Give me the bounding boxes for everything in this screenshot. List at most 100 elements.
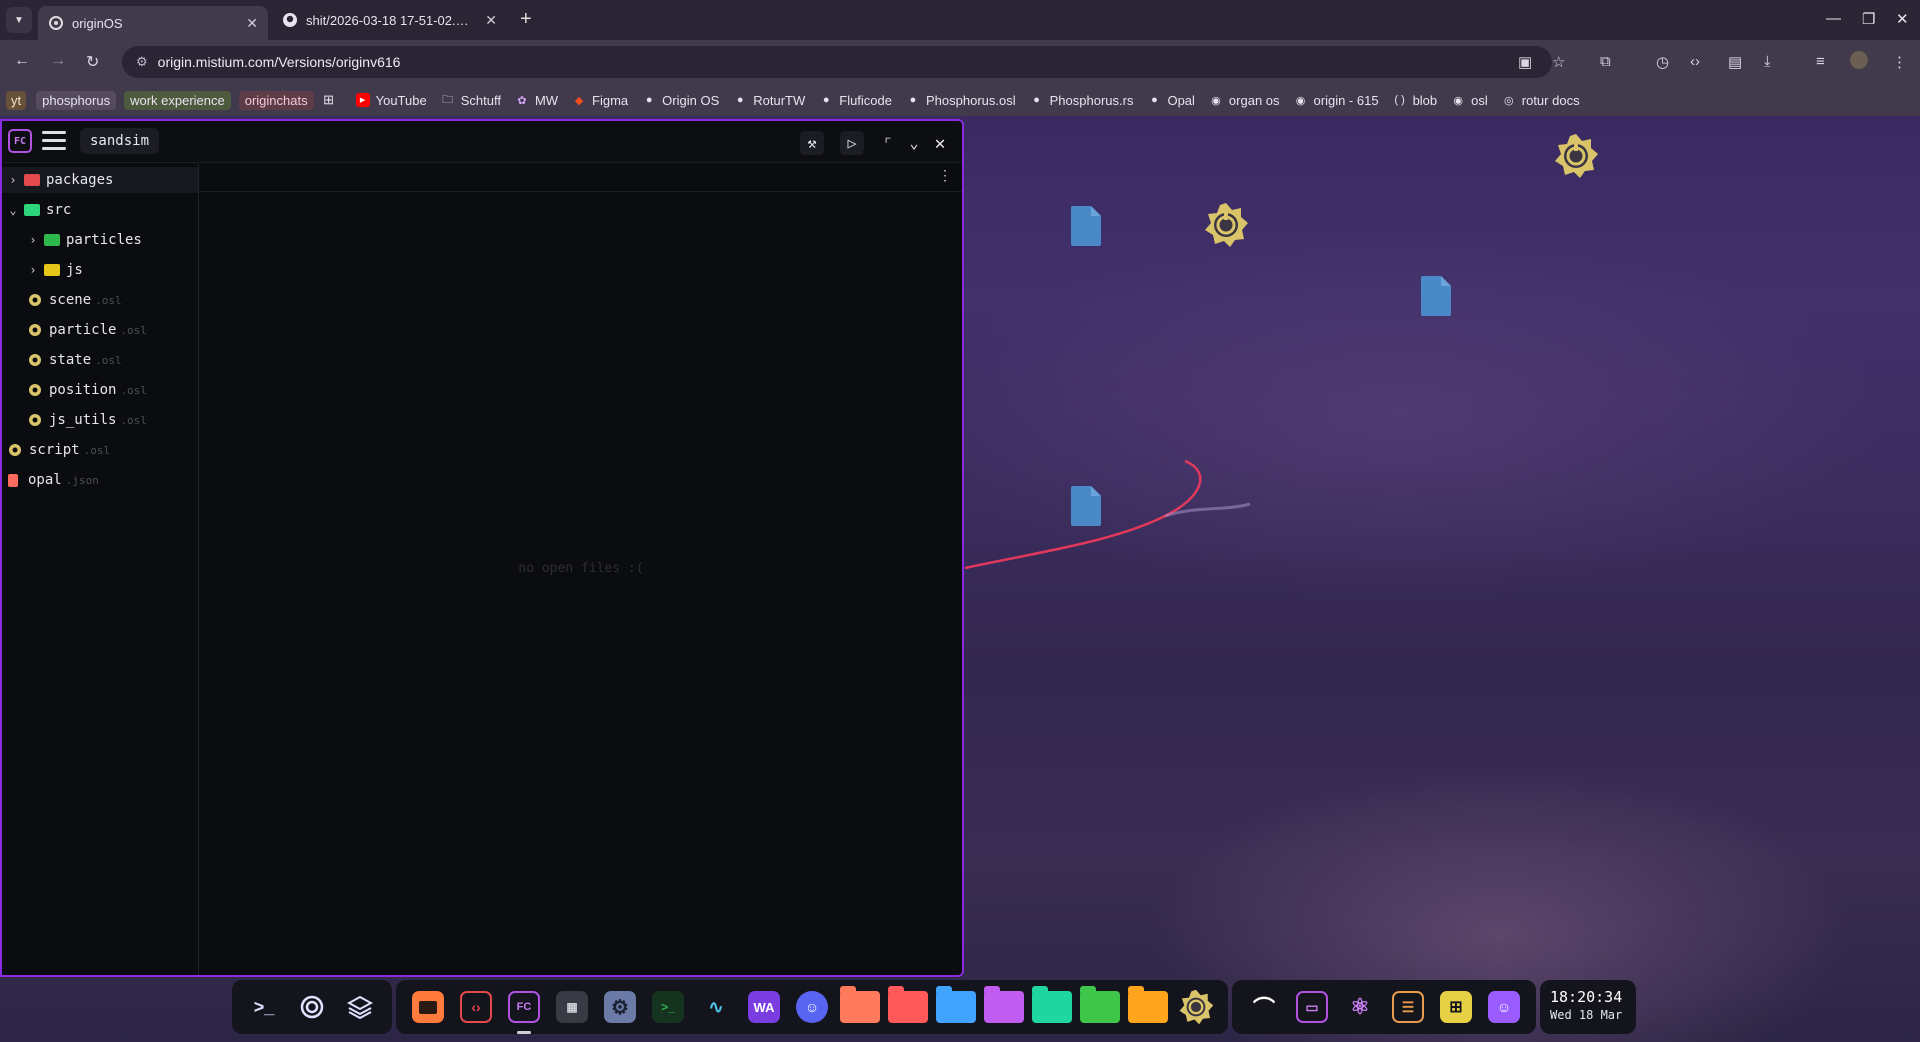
media-icon[interactable]: ≡ (1816, 53, 1825, 70)
tab-github-video[interactable]: shit/2026-03-18 17-51-02.mp4 ✕ (272, 4, 507, 36)
profile-avatar[interactable] (1850, 51, 1868, 69)
calculator-icon[interactable]: ▦ (551, 986, 593, 1028)
tree-folder-particles[interactable]: › particles (2, 227, 198, 253)
bookmark-organ-os[interactable]: ◉ organ os (1209, 93, 1279, 108)
bookmark-origin-615[interactable]: ◉ origin - 615 (1294, 93, 1379, 108)
close-window-icon[interactable]: ✕ (928, 131, 952, 155)
history-icon[interactable]: ◷ (1656, 53, 1669, 71)
terminal-icon[interactable]: >_ (243, 986, 285, 1028)
files-app-icon[interactable] (407, 986, 449, 1028)
resize-icon[interactable]: ⌜ (876, 131, 900, 155)
tree-file-position[interactable]: position .osl (2, 377, 198, 403)
tree-file-particle[interactable]: particle .osl (2, 317, 198, 343)
bookmark-rotur-docs[interactable]: ◎ rotur docs (1502, 93, 1580, 108)
desktop-file-icon[interactable] (1419, 274, 1453, 318)
folder-green-icon[interactable] (1079, 986, 1121, 1028)
forward-icon[interactable]: → (50, 52, 66, 70)
tree-file-script[interactable]: script .osl (2, 437, 198, 463)
chevron-right-icon[interactable]: › (6, 173, 20, 187)
bookmark-fluficode[interactable]: ● Fluficode (819, 93, 892, 108)
bookmark-star-icon[interactable]: ☆ (1552, 53, 1565, 71)
activity-icon[interactable]: ∿ (695, 986, 737, 1028)
chevron-right-icon[interactable]: › (26, 263, 40, 277)
desktop-origin-gear-icon[interactable] (1203, 202, 1249, 248)
layers-icon[interactable] (339, 986, 381, 1028)
widgets-icon[interactable]: ⊞ (1435, 986, 1477, 1028)
project-name[interactable]: sandsim (80, 128, 160, 154)
bookmark-osl[interactable]: ◉ osl (1451, 93, 1487, 108)
tree-file-state[interactable]: state .osl (2, 347, 198, 373)
bookmark-origin-os[interactable]: ● Origin OS (642, 93, 719, 108)
site-info-icon[interactable]: ⚙ (136, 54, 148, 70)
chevron-right-icon[interactable]: › (26, 233, 40, 247)
run-play-icon[interactable]: ▷ (840, 131, 864, 155)
bookmark-blob[interactable]: ( ) blob (1393, 93, 1437, 108)
chat-bubble-icon[interactable]: ▭ (1291, 986, 1333, 1028)
tree-file-scene[interactable]: scene .osl (2, 287, 198, 313)
tab-origin-os[interactable]: originOS ✕ (38, 6, 268, 40)
menu-icon[interactable] (42, 131, 66, 151)
bookmark-mw[interactable]: ✿ MW (515, 93, 558, 108)
bookmark-phosphorus-osl[interactable]: ● Phosphorus.osl (906, 93, 1016, 108)
wa-icon[interactable]: WA (743, 986, 785, 1028)
bookmark-youtube[interactable]: ▶ YouTube (355, 93, 427, 108)
bookmark-roturtw[interactable]: ● RoturTW (733, 93, 805, 108)
origin-gear-icon[interactable] (1175, 986, 1217, 1028)
bookmark-yt[interactable]: yt (6, 90, 27, 110)
close-tab-icon[interactable]: ✕ (485, 12, 497, 29)
tree-folder-js[interactable]: › js (2, 257, 198, 283)
page-action-icon[interactable]: ▣ (1518, 53, 1532, 71)
apps-grid-icon[interactable]: ⊞ (322, 92, 342, 107)
tree-folder-packages[interactable]: › packages (2, 167, 198, 193)
folder-orange-icon[interactable] (1127, 986, 1169, 1028)
desktop-file-icon[interactable] (1069, 204, 1103, 248)
extensions-icon[interactable]: ⧉ (1600, 53, 1611, 70)
bookmark-originchats[interactable]: originchats (238, 90, 314, 110)
close-tab-icon[interactable]: ✕ (246, 15, 258, 32)
atom-icon[interactable]: ⚛ (1339, 986, 1381, 1028)
tree-file-opal[interactable]: opal .json (2, 467, 198, 493)
fluficode-logo-icon[interactable]: FC (8, 129, 32, 153)
new-tab-button[interactable]: + (520, 8, 532, 31)
desktop-origin-gear-icon[interactable] (1553, 133, 1599, 179)
reload-icon[interactable]: ↻ (86, 52, 99, 72)
minimize-icon[interactable]: — (1826, 10, 1841, 27)
bookmark-schtuff[interactable]: 🗀 Schtuff (441, 93, 501, 108)
system-clock[interactable]: 18:20:34 Wed 18 Mar (1540, 980, 1636, 1034)
chevron-down-icon[interactable]: ⌄ (6, 203, 20, 217)
build-hammer-icon[interactable]: ⚒ (800, 131, 824, 155)
discord-icon[interactable]: ☺ (791, 986, 833, 1028)
tree-folder-src[interactable]: ⌄ src (2, 197, 198, 223)
fluficode-icon[interactable]: FC (503, 986, 545, 1034)
bookmark-work-experience[interactable]: work experience (124, 90, 231, 110)
more-options-icon[interactable]: ⋮ (938, 168, 952, 184)
tab-list-button[interactable]: ▼ (6, 7, 32, 33)
folder-purple-icon[interactable] (983, 986, 1025, 1028)
bookmark-phosphorus-rs[interactable]: ● Phosphorus.rs (1030, 93, 1133, 108)
tree-file-js-utils[interactable]: js_utils .osl (2, 407, 198, 433)
download-icon[interactable]: ⤓ (1764, 53, 1771, 70)
code-editor-icon[interactable]: ‹› (455, 986, 497, 1028)
window-titlebar[interactable]: FC sandsim ⚒ ▷ ⌜ ⌄ ✕ (2, 121, 962, 163)
window-close-icon[interactable]: ✕ (1896, 10, 1909, 28)
bookmark-figma[interactable]: ◆ Figma (572, 93, 628, 108)
folder-link-icon[interactable] (839, 986, 881, 1028)
feather-icon[interactable]: ⌒ (1243, 986, 1285, 1028)
desktop-file-icon[interactable] (1069, 484, 1103, 528)
origin-chat-icon[interactable] (291, 986, 333, 1028)
browser-menu-icon[interactable]: ⋮ (1892, 53, 1907, 71)
bookmark-phosphorus[interactable]: phosphorus (36, 90, 117, 110)
contacts-icon[interactable]: ☰ (1387, 986, 1429, 1028)
devtools-icon[interactable]: ‹› (1690, 53, 1700, 70)
console-icon[interactable]: >_ (647, 986, 689, 1028)
address-bar[interactable]: ⚙ origin.mistium.com/Versions/originv616 (122, 46, 1552, 78)
discord-alt-icon[interactable]: ☺ (1483, 986, 1525, 1028)
bookmark-opal[interactable]: ● Opal (1147, 93, 1195, 108)
chevron-down-icon[interactable]: ⌄ (902, 131, 926, 155)
folder-red-icon[interactable] (887, 986, 929, 1028)
folder-teal-icon[interactable] (1031, 986, 1073, 1028)
settings-icon[interactable]: ⚙ (599, 986, 641, 1028)
sidepanel-icon[interactable]: ▤ (1728, 53, 1742, 71)
folder-blue-icon[interactable] (935, 986, 977, 1028)
restore-icon[interactable]: ❐ (1862, 10, 1875, 28)
